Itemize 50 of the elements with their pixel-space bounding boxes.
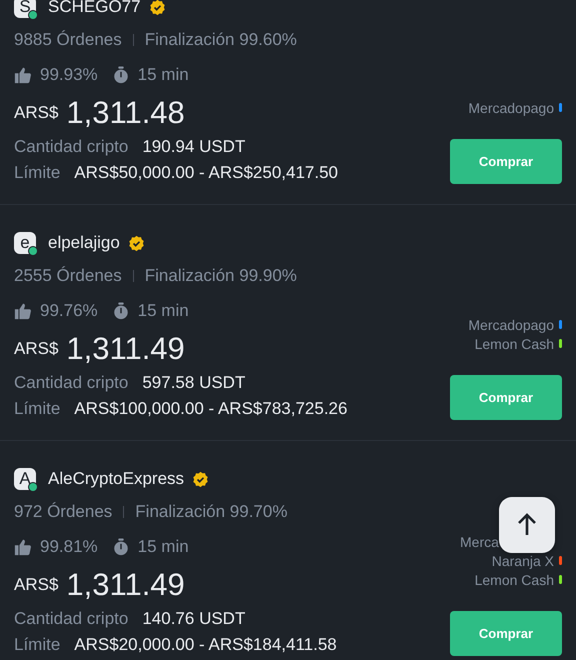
positive-rate: 99.76% [40, 301, 98, 321]
thumbs-up-icon [14, 538, 32, 556]
amount-value: 140.76 USDT [142, 609, 246, 629]
orders-count: 9885 Órdenes [14, 30, 122, 50]
price: 1,311.48 [66, 95, 185, 131]
payment-time: 15 min [138, 537, 189, 557]
amount-label: Cantidad cripto [14, 373, 128, 393]
payment-method: Mercadopago [468, 100, 554, 116]
currency: ARS$ [14, 339, 58, 359]
limit-value: ARS$50,000.00 - ARS$250,417.50 [74, 163, 338, 183]
limit-label: Límite [14, 163, 60, 183]
limit-value: ARS$100,000.00 - ARS$783,725.26 [74, 399, 348, 419]
limit-value: ARS$20,000.00 - ARS$184,411.58 [74, 635, 337, 655]
seller-name[interactable]: SCHEGO77 [48, 0, 141, 17]
payment-method: Lemon Cash [474, 336, 554, 352]
avatar: A [14, 468, 36, 490]
completion-rate: Finalización 99.90% [144, 266, 297, 286]
scroll-to-top-button[interactable] [499, 497, 555, 553]
seller-name[interactable]: elpelajigo [48, 233, 120, 253]
seller-name[interactable]: AleCryptoExpress [48, 469, 184, 489]
limit-label: Límite [14, 399, 60, 419]
positive-rate: 99.93% [40, 65, 98, 85]
amount-value: 190.94 USDT [142, 137, 246, 157]
orders-count: 972 Órdenes [14, 502, 112, 522]
arrow-up-icon [517, 513, 537, 537]
currency: ARS$ [14, 575, 58, 595]
stopwatch-icon [112, 538, 130, 556]
currency: ARS$ [14, 103, 58, 123]
payment-method: Merca [460, 534, 499, 550]
positive-rate: 99.81% [40, 537, 98, 557]
amount-label: Cantidad cripto [14, 609, 128, 629]
completion-rate: Finalización 99.70% [135, 502, 288, 522]
price: 1,311.49 [66, 331, 185, 367]
thumbs-up-icon [14, 66, 32, 84]
stopwatch-icon [112, 66, 130, 84]
thumbs-up-icon [14, 302, 32, 320]
limit-label: Límite [14, 635, 60, 655]
payment-method: Mercadopago [468, 316, 554, 332]
payment-method: Lemon Cash [474, 572, 554, 588]
price: 1,311.49 [66, 567, 185, 603]
payment-method: Naranja X [492, 552, 554, 568]
payment-time: 15 min [138, 65, 189, 85]
avatar: S [14, 0, 36, 18]
payment-time: 15 min [138, 301, 189, 321]
orders-count: 2555 Órdenes [14, 266, 122, 286]
amount-label: Cantidad cripto [14, 137, 128, 157]
amount-value: 597.58 USDT [142, 373, 246, 393]
stopwatch-icon [112, 302, 130, 320]
completion-rate: Finalización 99.60% [144, 30, 297, 50]
avatar: e [14, 232, 36, 254]
